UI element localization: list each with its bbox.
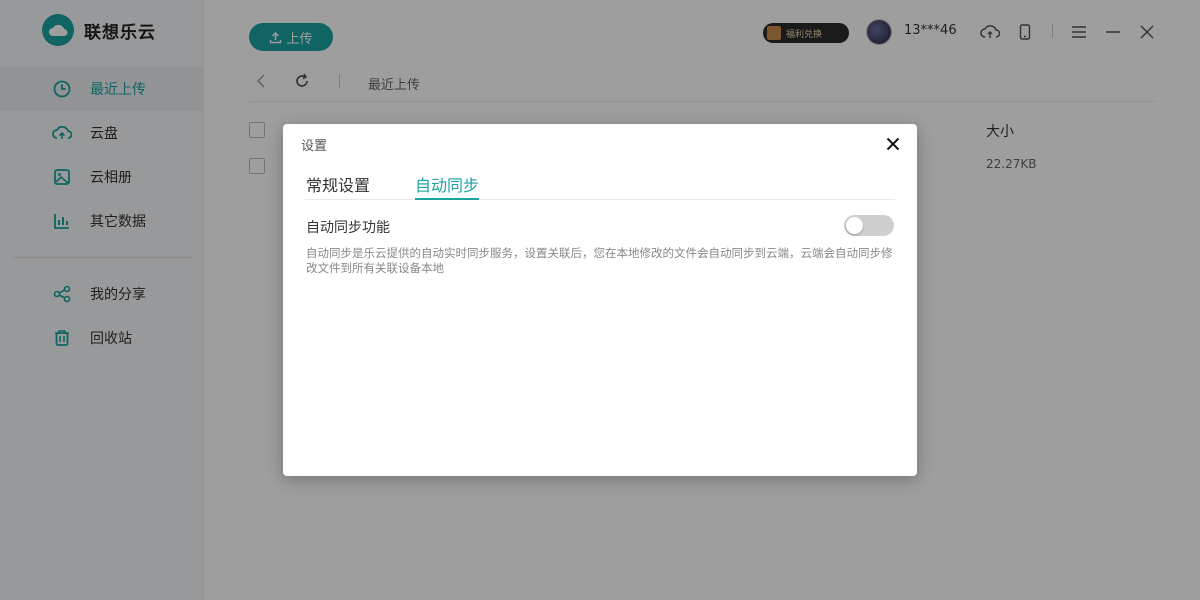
close-icon[interactable] [883,134,903,154]
auto-sync-toggle[interactable] [844,215,894,236]
toggle-knob [846,217,863,234]
settings-dialog: 设置 常规设置 自动同步 自动同步功能 自动同步是乐云提供的自动实时同步服务，设… [283,124,917,476]
tab-auto-sync[interactable]: 自动同步 [415,172,480,200]
auto-sync-label: 自动同步功能 [306,220,390,236]
auto-sync-description: 自动同步是乐云提供的自动实时同步服务，设置关联后，您在本地修改的文件会自动同步到… [306,246,893,275]
settings-tabs: 常规设置 自动同步 [305,168,895,200]
dialog-title: 设置 [301,139,328,154]
tab-general-settings[interactable]: 常规设置 [306,172,370,200]
